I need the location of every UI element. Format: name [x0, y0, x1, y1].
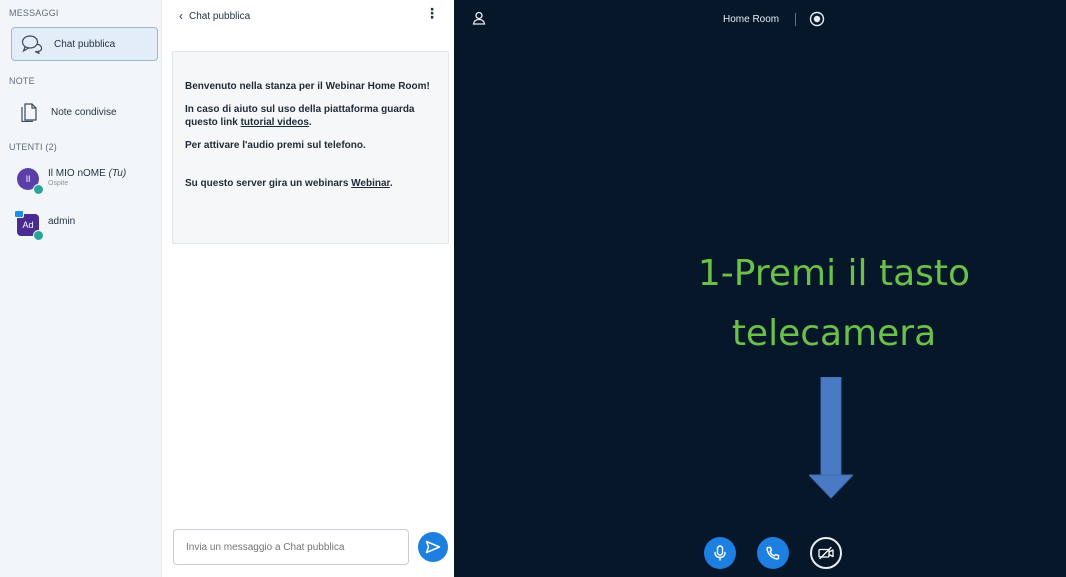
notes-section-title: NOTE: [9, 76, 35, 86]
user-name: Il MIO nOME (Tu): [48, 168, 126, 180]
toggle-userlist-button[interactable]: [472, 11, 486, 30]
camera-toggle-button[interactable]: [810, 537, 842, 569]
send-button[interactable]: [418, 532, 448, 562]
microphone-status-icon: [33, 230, 44, 241]
instruction-text-line: 1-Premi il tasto: [697, 253, 971, 294]
tutorial-videos-link[interactable]: tutorial videos: [241, 117, 309, 128]
user-name: admin: [48, 216, 76, 227]
user-list-panel: MESSAGGI Chat pubblica NOTE Note condivi…: [0, 0, 162, 577]
welcome-line: Per attivare l'audio premi sul telefono.: [185, 139, 366, 151]
shared-notes-item[interactable]: Note condivise: [11, 97, 158, 127]
chat-panel: ‹ Chat pubblica ⋮ Benvenuto nella stanza…: [162, 0, 454, 577]
avatar-initials: Il: [25, 174, 31, 184]
public-chat-label: Chat pubblica: [54, 38, 116, 50]
document-icon: [21, 102, 37, 122]
user-name-text: Il MIO nOME: [48, 168, 106, 179]
welcome-line: In caso di aiuto sul uso della piattafor…: [185, 103, 434, 130]
microphone-icon: [714, 545, 726, 561]
avatar-initials: Ad: [22, 220, 34, 230]
chat-options-icon[interactable]: ⋮: [425, 6, 439, 20]
user-item[interactable]: Ad admin: [14, 210, 157, 248]
chat-message-input[interactable]: [173, 529, 409, 565]
public-chat-item[interactable]: Chat pubblica: [11, 27, 158, 61]
presenter-icon: [14, 210, 24, 218]
user-icon: [472, 11, 486, 25]
instruction-text-line: telecamera: [731, 313, 937, 354]
user-item[interactable]: Il Il MIO nOME (Tu) Ospite: [17, 168, 157, 202]
record-button[interactable]: [809, 11, 825, 32]
phone-button[interactable]: [757, 537, 789, 569]
shared-notes-label: Note condivise: [51, 106, 117, 118]
down-arrow-icon: [809, 377, 853, 499]
welcome-text: .: [308, 117, 312, 128]
microphone-button[interactable]: [704, 537, 736, 569]
welcome-line: Benvenuto nella stanza per il Webinar Ho…: [185, 81, 430, 92]
record-icon: [809, 11, 825, 27]
room-title: Home Room: [723, 14, 780, 25]
chat-back-button[interactable]: ‹ Chat pubblica: [179, 9, 250, 23]
users-section-title: UTENTI (2): [9, 142, 57, 152]
welcome-message: Benvenuto nella stanza per il Webinar Ho…: [172, 51, 449, 244]
welcome-text: Su questo server gira un webinars: [185, 178, 352, 189]
webinar-link[interactable]: Webinar: [351, 178, 390, 189]
video-off-icon: [818, 546, 834, 560]
phone-icon: [766, 546, 780, 560]
welcome-line: Su questo server gira un webinars Webina…: [185, 177, 434, 191]
user-me-tag: (Tu): [108, 168, 127, 179]
speech-bubbles-icon: [20, 32, 44, 56]
send-arrow-icon: [425, 540, 441, 554]
user-role: Ospite: [48, 179, 69, 187]
avatar: Il: [17, 168, 44, 195]
title-divider: [795, 13, 796, 26]
chevron-left-icon: ‹: [179, 9, 183, 23]
chat-title: Chat pubblica: [189, 10, 251, 22]
messages-section-title: MESSAGGI: [9, 8, 59, 18]
avatar: Ad: [14, 210, 44, 241]
presentation-area: Home Room 1-Premi il tasto telecamera: [454, 0, 1066, 577]
microphone-status-icon: [33, 184, 44, 195]
welcome-text: .: [389, 178, 393, 189]
